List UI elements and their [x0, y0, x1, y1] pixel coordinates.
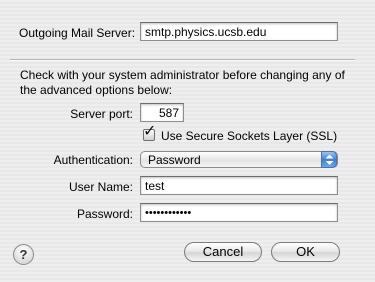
server-port-input[interactable]: 587 — [140, 103, 184, 122]
password-label: Password: — [76, 207, 133, 221]
outgoing-server-input[interactable]: smtp.physics.ucsb.edu — [140, 22, 338, 41]
popup-arrows-icon — [321, 151, 337, 168]
outgoing-server-label: Outgoing Mail Server: — [19, 26, 136, 40]
user-name-input[interactable]: test — [140, 176, 338, 195]
user-name-label: User Name: — [68, 180, 133, 194]
ssl-checkbox[interactable]: ✓ — [143, 124, 156, 141]
authentication-selected-value: Password — [148, 153, 201, 167]
ok-button[interactable]: OK — [271, 242, 340, 262]
authentication-label: Authentication: — [53, 153, 133, 167]
password-input[interactable]: •••••••••••• — [140, 203, 338, 222]
smtp-settings-sheet: Outgoing Mail Server: smtp.physics.ucsb.… — [0, 0, 375, 282]
section-divider — [10, 59, 355, 61]
help-button[interactable]: ? — [13, 244, 34, 265]
ssl-label[interactable]: Use Secure Sockets Layer (SSL) — [161, 129, 337, 143]
authentication-select[interactable]: Password — [140, 151, 338, 168]
server-port-label: Server port: — [70, 107, 133, 121]
checkmark-icon: ✓ — [143, 123, 157, 140]
cancel-button[interactable]: Cancel — [184, 242, 262, 262]
advanced-options-note: Check with your system administrator bef… — [20, 68, 345, 97]
